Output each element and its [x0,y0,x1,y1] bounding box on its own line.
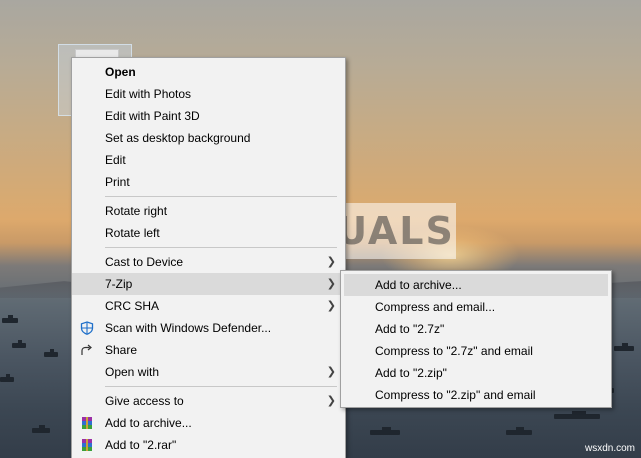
chevron-right-icon: ❯ [326,256,336,268]
menu-item-label: Edit [105,153,126,167]
boat [32,425,50,433]
boat [506,427,532,435]
menu-item-label: Cast to Device [105,255,184,269]
menu-item-rotate-right[interactable]: Rotate right [72,200,345,222]
boat [44,349,58,357]
menu-item-label: Rotate right [105,204,168,218]
menu-item-open-with[interactable]: Open with ❯ [72,361,345,383]
submenu-item-add-to-2-7z[interactable]: Add to "2.7z" [341,318,611,340]
menu-item-label: Add to archive... [375,278,462,292]
menu-item-label: Give access to [105,394,184,408]
submenu-item-add-to-archive[interactable]: Add to archive... [344,274,608,296]
context-menu: Open Edit with Photos Edit with Paint 3D… [71,57,346,458]
menu-item-label: Add to "2.zip" [375,366,447,380]
menu-item-label: Add to "2.rar" [105,438,177,452]
menu-item-add-to-2-rar[interactable]: Add to "2.rar" [72,434,345,456]
submenu-item-add-to-2-zip[interactable]: Add to "2.zip" [341,362,611,384]
boat [554,411,600,419]
menu-item-cast-to-device[interactable]: Cast to Device ❯ [72,251,345,273]
boat [370,427,400,435]
share-icon [81,344,92,355]
menu-item-open[interactable]: Open [72,61,345,83]
menu-item-label: CRC SHA [105,299,160,313]
chevron-right-icon: ❯ [326,300,336,312]
menu-item-label: 7-Zip [105,277,133,291]
menu-item-label: Edit with Paint 3D [105,109,200,123]
boat [2,315,18,323]
menu-item-label: Open with [105,365,160,379]
submenu-item-compress-to-2-zip-email[interactable]: Compress to "2.zip" and email [341,384,611,406]
menu-item-scan-windows-defender[interactable]: Scan with Windows Defender... [72,317,345,339]
menu-item-7zip[interactable]: 7-Zip ❯ [72,273,345,295]
boat [614,343,634,351]
menu-item-rotate-left[interactable]: Rotate left [72,222,345,244]
menu-item-label: Open [105,65,136,79]
submenu-7zip: Add to archive... Compress and email... … [340,270,612,408]
menu-item-edit-with-photos[interactable]: Edit with Photos [72,83,345,105]
menu-item-label: Add to "2.7z" [375,322,445,336]
menu-item-add-to-archive-rar[interactable]: Add to archive... [72,412,345,434]
menu-item-label: Print [105,175,130,189]
submenu-item-compress-and-email[interactable]: Compress and email... [341,296,611,318]
menu-item-label: Edit with Photos [105,87,192,101]
menu-item-label: Share [105,343,138,357]
menu-item-share[interactable]: Share [72,339,345,361]
site-watermark: wsxdn.com [584,443,635,454]
windows-defender-icon [80,321,94,335]
menu-item-crc-sha[interactable]: CRC SHA ❯ [72,295,345,317]
winrar-icon [82,439,92,451]
submenu-item-compress-to-2-7z-email[interactable]: Compress to "2.7z" and email [341,340,611,362]
menu-item-label: Compress to "2.7z" and email [375,344,533,358]
menu-item-label: Rotate left [105,226,160,240]
menu-item-edit-with-paint-3d[interactable]: Edit with Paint 3D [72,105,345,127]
menu-item-give-access-to[interactable]: Give access to ❯ [72,390,345,412]
menu-item-label: Scan with Windows Defender... [105,321,272,335]
menu-separator [105,247,337,248]
menu-item-label: Compress and email... [375,300,496,314]
menu-item-label: Set as desktop background [105,131,251,145]
boat [12,340,26,348]
chevron-right-icon: ❯ [326,395,336,407]
menu-separator [105,386,337,387]
menu-item-edit[interactable]: Edit [72,149,345,171]
chevron-right-icon: ❯ [326,278,336,290]
winrar-icon [82,417,92,429]
boat [0,374,14,382]
menu-item-set-desktop-background[interactable]: Set as desktop background [72,127,345,149]
chevron-right-icon: ❯ [326,366,336,378]
menu-item-label: Compress to "2.zip" and email [375,388,536,402]
desktop-background: APPUALS Open Edit with Photos Edit with … [0,0,641,458]
menu-item-print[interactable]: Print [72,171,345,193]
menu-separator [105,196,337,197]
menu-item-label: Add to archive... [105,416,192,430]
